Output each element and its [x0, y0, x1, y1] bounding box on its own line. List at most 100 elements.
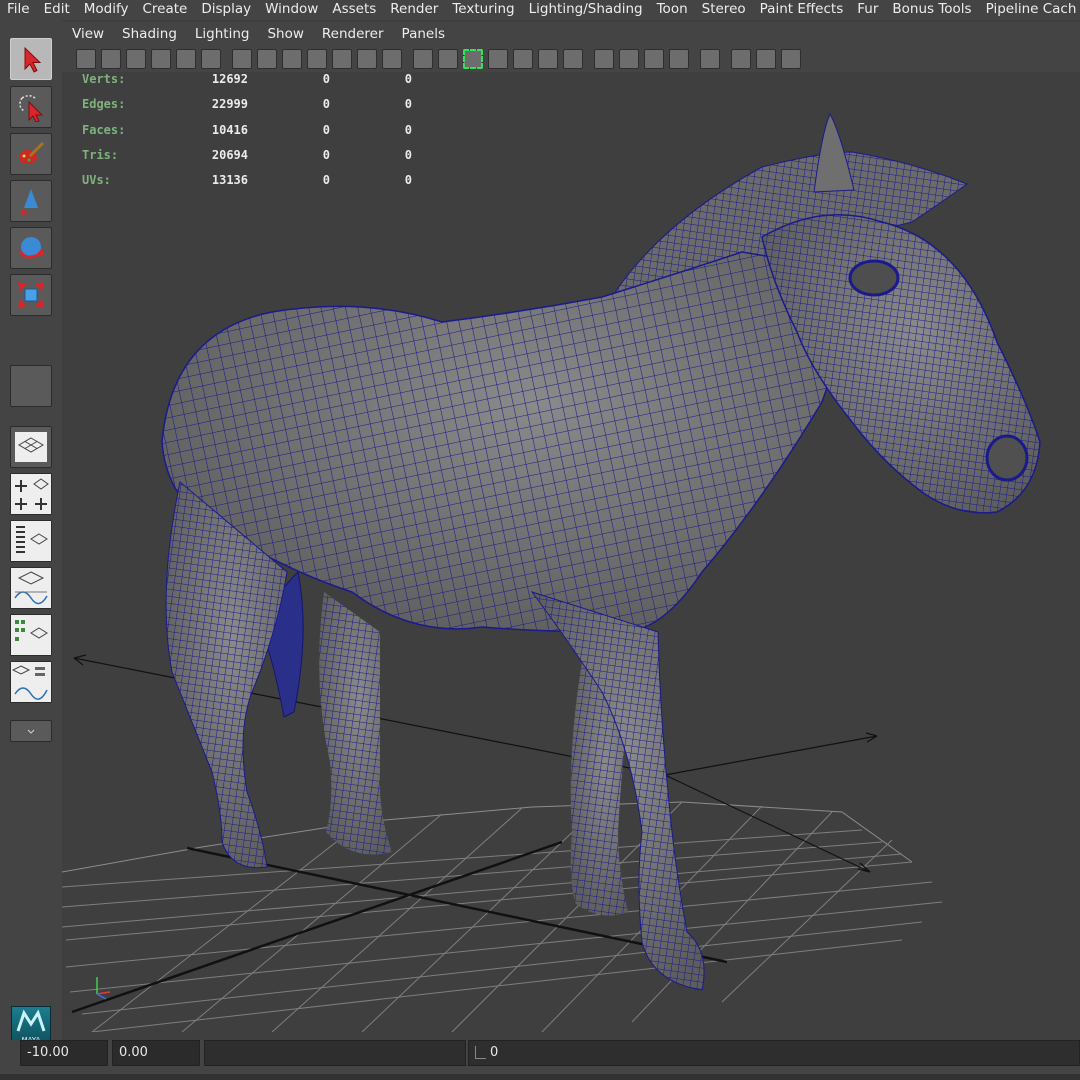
camera-attributes-icon[interactable]: [101, 49, 121, 69]
menu-fur[interactable]: Fur: [850, 0, 885, 20]
grease-pencil-icon[interactable]: [201, 49, 221, 69]
share-icon[interactable]: [781, 49, 801, 69]
lasso-tool-button[interactable]: [10, 86, 52, 128]
menu-paint-effects[interactable]: Paint Effects: [753, 0, 851, 20]
menu-window[interactable]: Window: [258, 0, 325, 20]
layout-persp-graph-button[interactable]: [10, 567, 52, 609]
maya-logo-mark-icon: [16, 1009, 46, 1032]
menu-lighting-shading[interactable]: Lighting/Shading: [522, 0, 650, 20]
range-slider-bar: -10.00 0.00 0: [0, 1040, 1080, 1080]
menu-modify[interactable]: Modify: [77, 0, 136, 20]
four-view-layout-icon: [11, 474, 51, 514]
hud-value-object: 12692: [211, 72, 248, 86]
image-plane-icon[interactable]: [151, 49, 171, 69]
rotate-tool-button[interactable]: [10, 227, 52, 269]
hypershade-persp-layout-icon: [11, 615, 51, 655]
wireframe-mode-icon[interactable]: [413, 49, 433, 69]
persp-graph-hypershade-layout-icon: [11, 662, 51, 702]
layout-persp-graph-hypershade-button[interactable]: [10, 661, 52, 703]
safe-action-icon[interactable]: [357, 49, 377, 69]
textured-icon[interactable]: [513, 49, 533, 69]
bookmarks-icon[interactable]: [126, 49, 146, 69]
panel-menu-panels[interactable]: Panels: [393, 26, 454, 42]
outliner-persp-layout-icon: [11, 521, 51, 561]
move-tool-icon: [21, 189, 38, 215]
layout-single-perspective-button[interactable]: [10, 426, 52, 468]
xray-joints-icon[interactable]: [731, 49, 751, 69]
paint-select-icon: [19, 141, 45, 164]
menu-bonus-tools[interactable]: Bonus Tools: [885, 0, 978, 20]
motion-blur-icon[interactable]: [619, 49, 639, 69]
layout-more-button[interactable]: [10, 720, 52, 742]
panel-menu-shading[interactable]: Shading: [113, 26, 186, 42]
hud-value-object: 10416: [211, 122, 248, 137]
menu-display[interactable]: Display: [194, 0, 258, 20]
scale-tool-icon: [18, 282, 44, 308]
depth-of-field-icon[interactable]: [669, 49, 689, 69]
panel-menu-renderer[interactable]: Renderer: [313, 26, 393, 42]
hud-value-selected: 0: [322, 173, 330, 188]
use-all-lights-icon[interactable]: [538, 49, 558, 69]
smooth-shade-icon[interactable]: [438, 49, 458, 69]
shadows-icon[interactable]: [563, 49, 583, 69]
panel-menu-lighting[interactable]: Lighting: [186, 26, 259, 42]
hud-label: UVs:: [82, 173, 111, 188]
select-arrow-icon: [24, 46, 42, 73]
hud-value-component: 0: [404, 97, 412, 112]
safe-title-icon[interactable]: [382, 49, 402, 69]
select-camera-icon[interactable]: [76, 49, 96, 69]
current-start-field[interactable]: 0.00: [112, 1040, 200, 1066]
range-slider-track-left[interactable]: [204, 1040, 466, 1066]
film-gate-icon[interactable]: [257, 49, 277, 69]
panel-menu-show[interactable]: Show: [258, 26, 312, 42]
layout-hypershade-persp-button[interactable]: [10, 614, 52, 656]
menu-stereo[interactable]: Stereo: [695, 0, 753, 20]
resolution-gate-icon[interactable]: [282, 49, 302, 69]
menu-toon[interactable]: Toon: [650, 0, 695, 20]
isolate-select-icon[interactable]: [700, 49, 720, 69]
menu-create[interactable]: Create: [135, 0, 194, 20]
xray-active-icon[interactable]: [756, 49, 776, 69]
range-slider-track[interactable]: 0: [468, 1040, 1080, 1066]
two-d-pan-zoom-icon[interactable]: [176, 49, 196, 69]
ground-grid: [62, 801, 943, 1032]
hud-value-component: 0: [404, 72, 412, 86]
menu-render[interactable]: Render: [383, 0, 445, 20]
scale-tool-button[interactable]: [10, 274, 52, 316]
range-start-field[interactable]: -10.00: [20, 1040, 108, 1066]
grid-toggle-icon[interactable]: [232, 49, 252, 69]
field-chart-icon[interactable]: [332, 49, 352, 69]
hud-value-object: 20694: [211, 147, 248, 162]
layout-outliner-persp-button[interactable]: [10, 520, 52, 562]
wireframe-on-shaded-icon[interactable]: [463, 49, 483, 69]
last-tool-button[interactable]: [10, 365, 52, 407]
select-tool-button[interactable]: [10, 38, 52, 80]
hud-value-selected: 0: [322, 122, 330, 137]
hud-value-component: 0: [404, 173, 412, 188]
move-tool-button[interactable]: [10, 180, 52, 222]
screen-space-ao-icon[interactable]: [594, 49, 614, 69]
menu-assets[interactable]: Assets: [325, 0, 383, 20]
paint-select-tool-button[interactable]: [10, 133, 52, 175]
panel-menu-view[interactable]: View: [62, 26, 113, 42]
hud-label: Edges:: [82, 97, 126, 112]
hud-value-object: 13136: [211, 173, 248, 188]
lasso-select-icon: [19, 95, 44, 122]
hud-label: Verts:: [82, 72, 126, 86]
menu-texturing[interactable]: Texturing: [445, 0, 521, 20]
menu-file[interactable]: File: [0, 0, 37, 20]
layout-four-view-button[interactable]: [10, 473, 52, 515]
xray-icon[interactable]: [488, 49, 508, 69]
menu-edit[interactable]: Edit: [37, 0, 77, 20]
perspective-viewport[interactable]: Verts: 12692 0 0 Edges: 22999 0 0 Faces:…: [62, 72, 1080, 1032]
hud-value-selected: 0: [322, 97, 330, 112]
gate-mask-icon[interactable]: [307, 49, 327, 69]
menu-pipeline-cache[interactable]: Pipeline Cach: [979, 0, 1080, 20]
zebra-nostril-mesh: [985, 434, 1029, 482]
hud-value-selected: 0: [322, 147, 330, 162]
range-slider-handle-icon[interactable]: [475, 1046, 486, 1059]
anti-aliasing-icon[interactable]: [644, 49, 664, 69]
persp-graph-layout-icon: [11, 568, 51, 608]
panel-toolbar: [62, 46, 1080, 72]
hud-label: Tris:: [82, 147, 119, 162]
